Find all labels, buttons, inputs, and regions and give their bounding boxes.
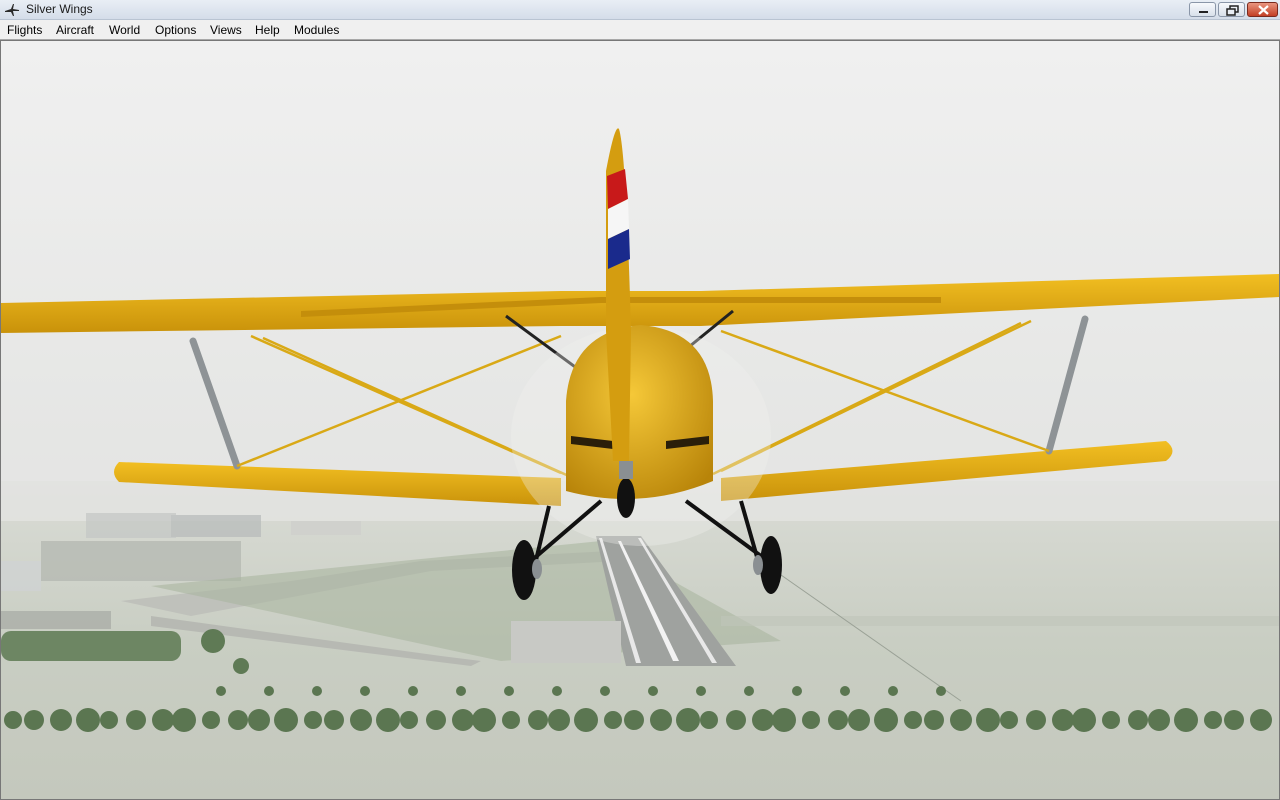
minimize-button[interactable] [1189,2,1216,17]
tree [1052,709,1074,731]
menu-help[interactable]: Help [255,23,280,37]
tree [228,710,248,730]
tree [304,711,322,729]
tree [676,708,700,732]
tree [408,686,418,696]
tree [400,711,418,729]
tree [152,709,174,731]
menu-options[interactable]: Options [155,23,196,37]
tree [360,686,370,696]
tree [1072,708,1096,732]
tree [792,686,802,696]
tree [874,708,898,732]
window-title: Silver Wings [26,2,93,16]
tree [888,686,898,696]
flight-scene [1,41,1279,799]
menu-world[interactable]: World [109,23,140,37]
tree [552,686,562,696]
menu-modules[interactable]: Modules [294,23,339,37]
tree [1148,709,1170,731]
tree [1174,708,1198,732]
tree [600,686,610,696]
menu-flights[interactable]: Flights [7,23,42,37]
tree [1204,711,1222,729]
menu-bar: Flights Aircraft World Options Views Hel… [0,20,1280,40]
tree [976,708,1000,732]
menu-aircraft[interactable]: Aircraft [56,23,94,37]
close-icon [1258,5,1269,15]
tree [350,709,372,731]
tree [426,710,446,730]
tree [700,711,718,729]
tree [248,709,270,731]
tree [1224,710,1244,730]
title-bar[interactable]: Silver Wings [0,0,1280,20]
close-button[interactable] [1247,2,1278,17]
tree [650,709,672,731]
tree [548,709,570,731]
tree [1102,711,1120,729]
tree [848,709,870,731]
tree [1026,710,1046,730]
tree [504,686,514,696]
tree [1128,710,1148,730]
tail-wheel [617,478,635,518]
tree [924,710,944,730]
tree [772,708,796,732]
tree [452,709,474,731]
tree [376,708,400,732]
tree [100,711,118,729]
tree [726,710,746,730]
tree [574,708,598,732]
tree [936,686,946,696]
tree [76,708,100,732]
tree [696,686,706,696]
tree [274,708,298,732]
tree [202,711,220,729]
tree [456,686,466,696]
tree [752,709,774,731]
tree [624,710,644,730]
airplane-icon [5,4,19,16]
tree [50,709,72,731]
restore-button[interactable] [1218,2,1245,17]
menu-views[interactable]: Views [210,23,242,37]
tree [950,709,972,731]
tree [502,711,520,729]
tree [1000,711,1018,729]
tree [744,686,754,696]
tree [528,710,548,730]
tree [126,710,146,730]
tree [472,708,496,732]
tree [264,686,274,696]
simulator-viewport[interactable] [0,40,1280,800]
fuselage [566,325,713,499]
tree [904,711,922,729]
tree [648,686,658,696]
tree [24,710,44,730]
tree [604,711,622,729]
tree [828,710,848,730]
minimize-icon [1199,11,1208,13]
tree [172,708,196,732]
tree [840,686,850,696]
tree [802,711,820,729]
tree [1250,709,1272,731]
restore-icon [1226,5,1239,16]
tree [216,686,226,696]
right-wheel [760,536,782,594]
tree [4,711,22,729]
tree [312,686,322,696]
tree [324,710,344,730]
